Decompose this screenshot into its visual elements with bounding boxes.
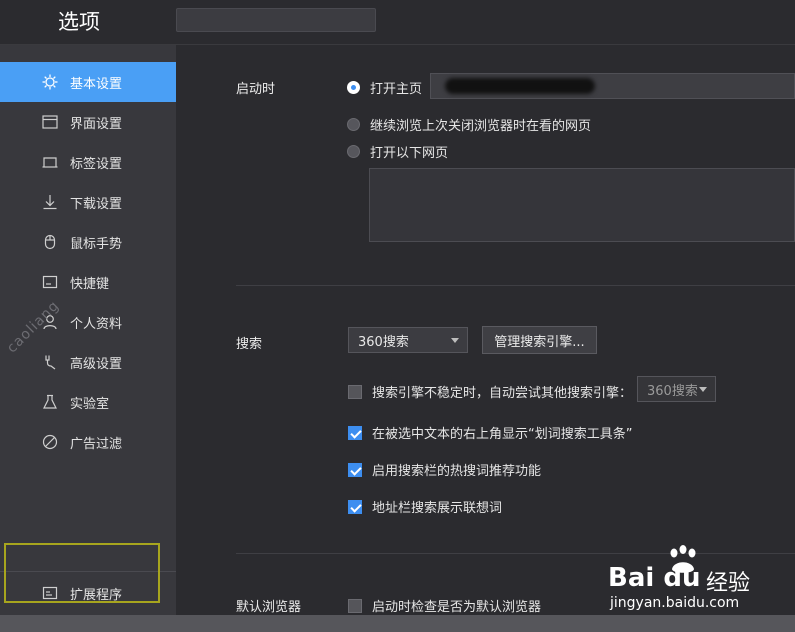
radio-button[interactable] [347,118,360,131]
flask-icon [40,392,60,412]
sidebar-item-mouse[interactable]: 鼠标手势 [0,222,176,262]
sidebar-item-label: 广告过滤 [70,436,123,452]
checkbox-label: 启动时检查是否为默认浏览器 [372,600,542,615]
baidu-url-text: jingyan.baidu.com [610,595,740,611]
search-section-label: 搜索 [236,337,263,352]
address-bar-suggest-option[interactable]: 地址栏搜索展示联想词 [348,497,502,516]
radio-label: 继续浏览上次关闭浏览器时在看的网页 [370,119,592,134]
sidebar-item-label: 个人资料 [70,316,123,332]
radio-button[interactable] [347,145,360,158]
default-browser-check-option[interactable]: 启动时检查是否为默认浏览器 [348,596,541,615]
checkbox-label: 启用搜索栏的热搜词推荐功能 [372,464,542,479]
checkbox-label: 搜索引擎不稳定时，自动尝试其他搜索引擎： [372,386,633,401]
keyboard-icon [40,272,60,292]
sidebar-item-label: 下载设置 [70,196,123,212]
sidebar-item-interface[interactable]: 界面设置 [0,102,176,142]
baidu-jingyan-text: 经验 [706,571,751,596]
tab-icon [40,152,60,172]
checkbox[interactable] [348,462,362,477]
sidebar-item-label: 鼠标手势 [70,236,123,252]
homepage-url-field[interactable] [430,73,795,99]
startup-section-label: 启动时 [236,82,276,97]
sidebar-item-label: 基本设置 [70,76,123,92]
sidebar-item-basic[interactable]: 基本设置 [0,62,176,102]
chevron-down-icon [451,338,459,343]
checkbox[interactable] [348,384,362,399]
sidebar-item-label: 实验室 [70,396,110,412]
settings-search-input[interactable] [176,8,376,32]
fallback-engine-value: 360搜索 [647,383,698,399]
startup-option-pages[interactable]: 打开以下网页 [347,142,448,161]
fallback-engine-option[interactable]: 搜索引擎不稳定时，自动尝试其他搜索引擎： [348,382,632,401]
baidu-logo: Bai du [608,563,701,593]
sidebar-item-shortcuts[interactable]: 快捷键 [0,262,176,302]
extensions-highlight-box [4,543,160,603]
checkbox[interactable] [348,425,362,440]
hot-search-option[interactable]: 启用搜索栏的热搜词推荐功能 [348,460,541,479]
manage-search-engines-button[interactable]: 管理搜索引擎... [482,326,597,354]
search-engine-select[interactable]: 360搜索 [348,327,468,353]
checkbox[interactable] [348,598,362,613]
sidebar-item-adblock[interactable]: 广告过滤 [0,422,176,462]
default-browser-section-label: 默认浏览器 [236,600,302,615]
checkbox-label: 地址栏搜索展示联想词 [372,501,503,516]
sidebar-item-advanced[interactable]: 高级设置 [0,342,176,382]
selection-search-toolbar-option[interactable]: 在被选中文本的右上角显示“划词搜索工具条” [348,423,632,442]
sidebar-item-label: 高级设置 [70,356,123,372]
startup-option-restore[interactable]: 继续浏览上次关闭浏览器时在看的网页 [347,115,591,134]
bottom-bar [0,615,795,632]
sidebar: 基本设置 界面设置 标签设置 下载设置 鼠标手势 快捷键 个人资料 高级设置 实… [0,45,176,615]
fallback-engine-select[interactable]: 360搜索 [637,376,716,402]
sidebar-item-label: 界面设置 [70,116,123,132]
page-title: 选项 [58,10,100,34]
window-icon [40,112,60,132]
sidebar-item-label: 快捷键 [70,276,110,292]
wrench-icon [40,352,60,372]
sidebar-item-tabs[interactable]: 标签设置 [0,142,176,182]
checkbox[interactable] [348,499,362,514]
radio-label: 打开以下网页 [370,146,449,161]
startup-option-homepage[interactable]: 打开主页 [347,78,422,97]
section-divider [236,285,795,286]
baidu-watermark: Bai du 经验 jingyan.baidu.com [608,545,768,615]
settings-content: 启动时 打开主页 继续浏览上次关闭浏览器时在看的网页 打开以下网页 搜索 360… [176,45,795,615]
radio-label: 打开主页 [370,82,423,97]
redacted-url [445,78,595,94]
sidebar-item-download[interactable]: 下载设置 [0,182,176,222]
search-engine-value: 360搜索 [358,334,409,350]
radio-button[interactable] [347,81,360,94]
checkbox-label: 在被选中文本的右上角显示“划词搜索工具条” [372,427,633,442]
mouse-icon [40,232,60,252]
download-icon [40,192,60,212]
sidebar-item-lab[interactable]: 实验室 [0,382,176,422]
sidebar-item-label: 标签设置 [70,156,123,172]
chevron-down-icon [699,387,707,392]
block-icon [40,432,60,452]
gear-icon [40,72,60,92]
title-bar: 选项 [0,0,795,45]
startup-pages-list[interactable] [369,168,795,242]
